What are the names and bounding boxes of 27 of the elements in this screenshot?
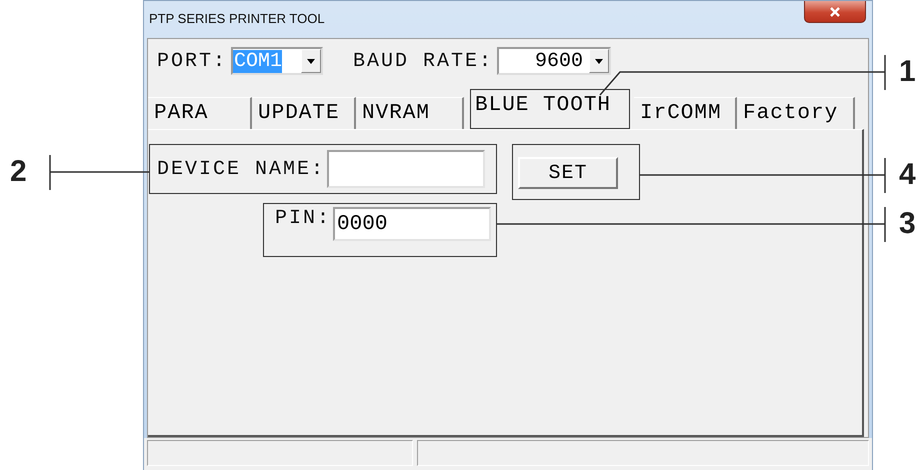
field-label: PIN: [275, 207, 332, 230]
field-label: DEVICE NAME: [157, 158, 326, 180]
tab[interactable]: UPDATE [252, 97, 356, 129]
tab[interactable]: Factory [737, 97, 855, 129]
dropdown-button[interactable] [301, 49, 322, 73]
caret-icon [595, 58, 604, 64]
caret-icon [307, 58, 316, 64]
dropdown-value: 9600 [534, 50, 584, 72]
field-label: PORT: [157, 50, 228, 72]
field-label: BAUD RATE: [353, 50, 494, 72]
window-title: PTP SERIES PRINTER TOOL [149, 11, 325, 26]
tab[interactable]: BLUE TOOTH [470, 89, 630, 129]
input-field[interactable] [327, 150, 486, 188]
close-icon [829, 6, 841, 16]
dropdown[interactable]: 9600 [497, 47, 612, 75]
callout-number: 2 [10, 155, 27, 189]
dropdown-value: COM1 [233, 50, 282, 72]
callout-number: 3 [899, 207, 916, 241]
set-button[interactable]: SET [518, 157, 618, 189]
callout-number: 1 [899, 55, 916, 89]
input-field[interactable]: 0000 [333, 207, 492, 241]
dropdown-button[interactable] [589, 49, 610, 73]
tab[interactable]: NVRAM [356, 97, 464, 129]
tab[interactable]: IrCOMM [634, 97, 737, 129]
callout-number: 4 [899, 158, 916, 192]
tab[interactable]: PARA [148, 97, 252, 129]
close-button[interactable] [804, 1, 866, 23]
